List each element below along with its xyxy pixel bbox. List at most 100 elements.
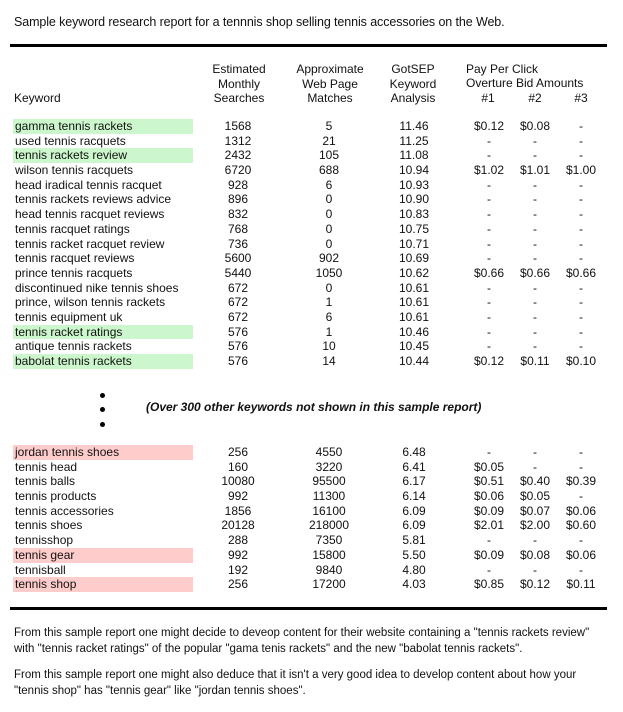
searches-cell: 288 [227, 533, 249, 548]
table-row: tennis shoes 20128 218000 6.09 $2.01 $2.00 $0.… [0, 518, 623, 533]
keyword-cell: tennis head [15, 459, 78, 474]
analysis-cell: 10.45 [398, 339, 430, 354]
header-line: Keyword [389, 76, 437, 91]
bid-3-cell: - [579, 562, 583, 577]
keyword-cell: tennis shoes [15, 518, 83, 533]
bid-2-cell: - [533, 459, 537, 474]
bid-1-cell: $0.51 [473, 474, 505, 489]
bid-1-cell: - [487, 339, 491, 354]
table-row: prince tennis racquets 5440 1050 10.62 $0.66… [0, 266, 623, 281]
top-keywords-table: gamma tennis rackets 1568 5 11.46 $0.12 $0.08… [0, 119, 623, 369]
matches-cell: 5 [325, 119, 333, 133]
table-row: head tennis racquet reviews 832 0 10.83 - - - [0, 207, 623, 222]
bid-2-cell: - [533, 207, 537, 222]
table-row: tennis racket ratings 576 1 10.46 - - - [0, 324, 623, 340]
bid-2-cell: - [533, 533, 537, 548]
keyword-cell: tennis shop [13, 577, 193, 592]
analysis-cell: 10.61 [398, 280, 430, 295]
matches-cell: 688 [318, 163, 340, 178]
matches-cell: 1 [325, 295, 333, 310]
table-row: tennis shop 256 17200 4.03 $0.85 $0.12 $0.11 [0, 577, 623, 592]
bid-3-cell: - [579, 177, 583, 192]
searches-cell: 832 [227, 207, 249, 222]
searches-cell: 1312 [224, 133, 252, 148]
bid-1-cell: $0.66 [473, 265, 505, 280]
bid-3-cell: $0.06 [565, 547, 597, 562]
bid-2-cell: - [533, 221, 537, 236]
table-row: jordan tennis shoes 256 4550 6.48 - - - [0, 445, 623, 460]
bid-3-cell: - [579, 236, 583, 251]
searches-cell: 896 [227, 192, 249, 207]
bid-3-cell: - [579, 207, 583, 222]
table-row: tennis racquet ratings 768 0 10.75 - - - [0, 222, 623, 237]
bid-3-cell: - [579, 533, 583, 548]
matches-cell: 0 [325, 221, 333, 236]
matches-cell: 21 [322, 133, 336, 148]
bid-1-cell: - [487, 280, 491, 295]
analysis-cell: 11.08 [399, 148, 429, 163]
searches-cell: 672 [227, 280, 249, 295]
bid-1-cell: $0.09 [473, 547, 505, 562]
bid-1-cell: - [487, 445, 491, 459]
bid-1-cell: - [487, 251, 491, 266]
report-title: Sample keyword research report for a ten… [14, 15, 505, 29]
keyword-cell: tennis racket racquet review [15, 236, 165, 251]
searches-cell: 576 [227, 324, 249, 339]
table-row: antique tennis rackets 576 10 10.45 - - - [0, 339, 623, 354]
table-row: tennis accessories 1856 16100 6.09 $0.09 $0.0… [0, 504, 623, 519]
bid-1-cell: - [487, 192, 491, 207]
analysis-cell: 6.14 [402, 489, 426, 504]
bid-2-cell: - [533, 295, 537, 310]
searches-cell: 672 [227, 295, 249, 310]
bid-3-cell: - [579, 221, 583, 236]
searches-cell: 928 [227, 177, 249, 192]
matches-cell: 105 [318, 148, 340, 163]
analysis-cell: 10.69 [398, 251, 430, 266]
table-row: tennisshop 288 7350 5.81 - - - [0, 533, 623, 548]
keyword-cell: prince, wilson tennis rackets [15, 295, 166, 310]
bid-3-cell: - [579, 148, 583, 163]
matches-cell: 1050 [315, 265, 343, 280]
bid-1-cell: $1.02 [473, 163, 505, 178]
table-row: tennis products 992 11300 6.14 $0.06 $0.05 - [0, 489, 623, 504]
table-row: tennis gear 992 15800 5.50 $0.09 $0.08 $0.06 [0, 547, 623, 563]
analysis-cell: 10.90 [398, 192, 430, 207]
searches-cell: 5600 [224, 251, 252, 266]
table-row: tennis equipment uk 672 6 10.61 - - - [0, 310, 623, 325]
keyword-cell: tennis accessories [15, 503, 114, 518]
analysis-cell: 10.46 [398, 324, 430, 339]
table-row: tennis balls 10080 95500 6.17 $0.51 $0.40 $0.3… [0, 474, 623, 489]
keyword-cell: tennisshop [15, 533, 74, 548]
matches-cell: 17200 [312, 577, 346, 592]
analysis-cell: 4.03 [402, 577, 426, 592]
bid-2-cell: $0.40 [519, 474, 551, 489]
bid-2-cell: - [533, 339, 537, 354]
searches-cell: 768 [227, 221, 249, 236]
bid-3-cell: $1.00 [565, 163, 597, 178]
keyword-cell: tennis products [15, 489, 97, 504]
analysis-cell: 10.61 [398, 295, 430, 310]
analysis-cell: 11.46 [399, 119, 429, 133]
matches-cell: 95500 [312, 474, 346, 489]
keyword-cell: jordan tennis shoes [13, 445, 193, 460]
analysis-cell: 11.25 [399, 133, 429, 148]
bid-2-cell: - [533, 236, 537, 251]
bid-3-cell: - [579, 119, 583, 133]
searches-cell: 6720 [224, 163, 252, 178]
header-line: Analysis [390, 91, 436, 105]
bid-2-cell: - [533, 324, 537, 339]
keyword-cell: head iradical tennis racquet [15, 177, 162, 192]
bid-2-cell: $0.05 [519, 489, 551, 504]
bid-1-cell: $0.05 [473, 459, 505, 474]
bid-2-cell: $0.66 [519, 265, 551, 280]
table-row: discontinued nike tennis shoes 672 0 10.61 -… [0, 281, 623, 296]
header-line: Web Page [302, 76, 358, 91]
bid-2-cell: - [533, 445, 537, 459]
bid-3-cell: - [579, 251, 583, 266]
bid-2-cell: - [533, 562, 537, 577]
searches-cell: 992 [227, 547, 249, 562]
bid-1-cell: - [487, 562, 491, 577]
analysis-cell: 10.71 [398, 236, 430, 251]
bid-3-cell: - [579, 133, 583, 148]
analysis-cell: 6.41 [402, 459, 426, 474]
